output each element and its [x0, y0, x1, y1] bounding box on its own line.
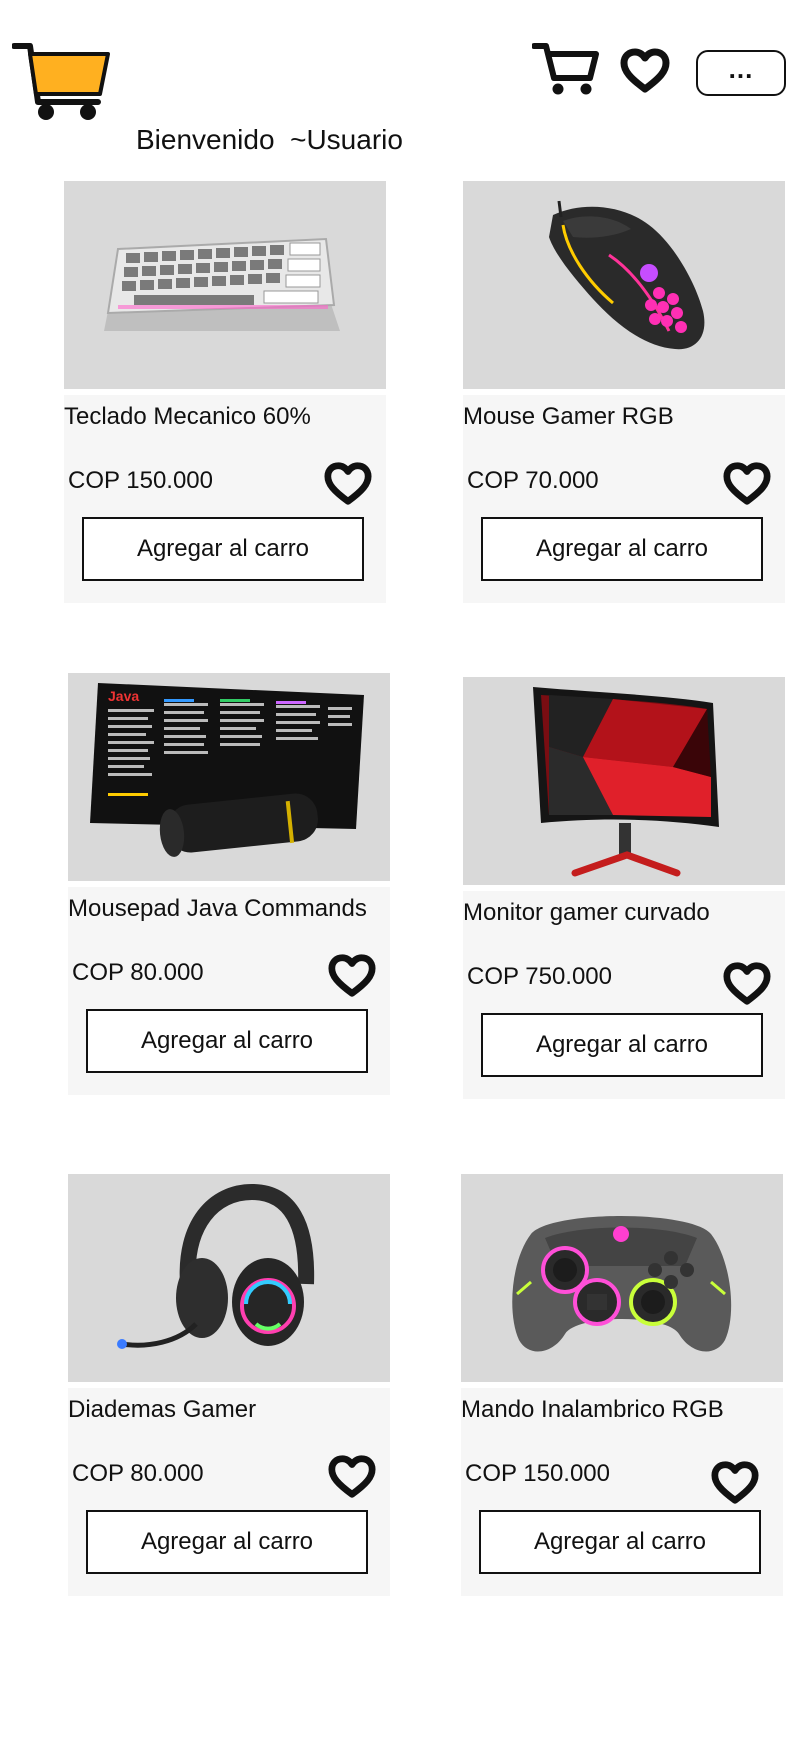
product-info: Mando Inalambrico RGB COP 150.000 Agrega…: [461, 1388, 783, 1596]
product-info: Teclado Mecanico 60% COP 150.000 Agregar…: [64, 395, 386, 603]
product-price: COP 750.000: [467, 963, 612, 990]
product-image-controller: [461, 1174, 783, 1382]
product-price: COP 80.000: [72, 959, 204, 986]
product-name: Monitor gamer curvado: [463, 899, 710, 926]
product-name: Mando Inalambrico RGB: [461, 1396, 724, 1423]
add-to-cart-button[interactable]: Agregar al carro: [86, 1009, 368, 1073]
product-info: Monitor gamer curvado COP 750.000 Agrega…: [463, 891, 785, 1099]
add-to-cart-button[interactable]: Agregar al carro: [82, 517, 364, 581]
favorites-heart-icon[interactable]: [620, 48, 670, 94]
product-price: COP 150.000: [68, 467, 213, 494]
more-options-button[interactable]: ...: [696, 50, 786, 96]
product-info: Mouse Gamer RGB COP 70.000 Agregar al ca…: [463, 395, 785, 603]
product-price: COP 80.000: [72, 1460, 204, 1487]
add-favorite-heart-icon[interactable]: [324, 461, 372, 507]
product-price: COP 70.000: [467, 467, 599, 494]
product-name: Teclado Mecanico 60%: [64, 403, 311, 430]
product-info: Diademas Gamer COP 80.000 Agregar al car…: [68, 1388, 390, 1596]
add-favorite-heart-icon[interactable]: [328, 953, 376, 999]
product-info: Mousepad Java Commands COP 80.000 Agrega…: [68, 887, 390, 1095]
product-price: COP 150.000: [465, 1460, 610, 1487]
product-image-monitor: [463, 677, 785, 885]
product-image-keyboard: [64, 181, 386, 389]
product-name: Mouse Gamer RGB: [463, 403, 674, 430]
product-image-headset: [68, 1174, 390, 1382]
svg-text:Java: Java: [108, 688, 139, 704]
shopping-cart-logo-icon: [11, 40, 112, 126]
add-to-cart-button[interactable]: Agregar al carro: [481, 1013, 763, 1077]
product-image-mousepad: Java: [68, 673, 390, 881]
add-to-cart-button[interactable]: Agregar al carro: [479, 1510, 761, 1574]
add-to-cart-button[interactable]: Agregar al carro: [481, 517, 763, 581]
add-favorite-heart-icon[interactable]: [711, 1460, 759, 1506]
product-name: Mousepad Java Commands: [68, 895, 367, 922]
add-favorite-heart-icon[interactable]: [723, 461, 771, 507]
cart-icon[interactable]: [531, 40, 600, 96]
product-image-mouse: [463, 181, 785, 389]
add-favorite-heart-icon[interactable]: [723, 961, 771, 1007]
welcome-text: Bienvenido ~Usuario: [136, 124, 403, 155]
product-name: Diademas Gamer: [68, 1396, 257, 1423]
add-favorite-heart-icon[interactable]: [328, 1454, 376, 1500]
add-to-cart-button[interactable]: Agregar al carro: [86, 1510, 368, 1574]
